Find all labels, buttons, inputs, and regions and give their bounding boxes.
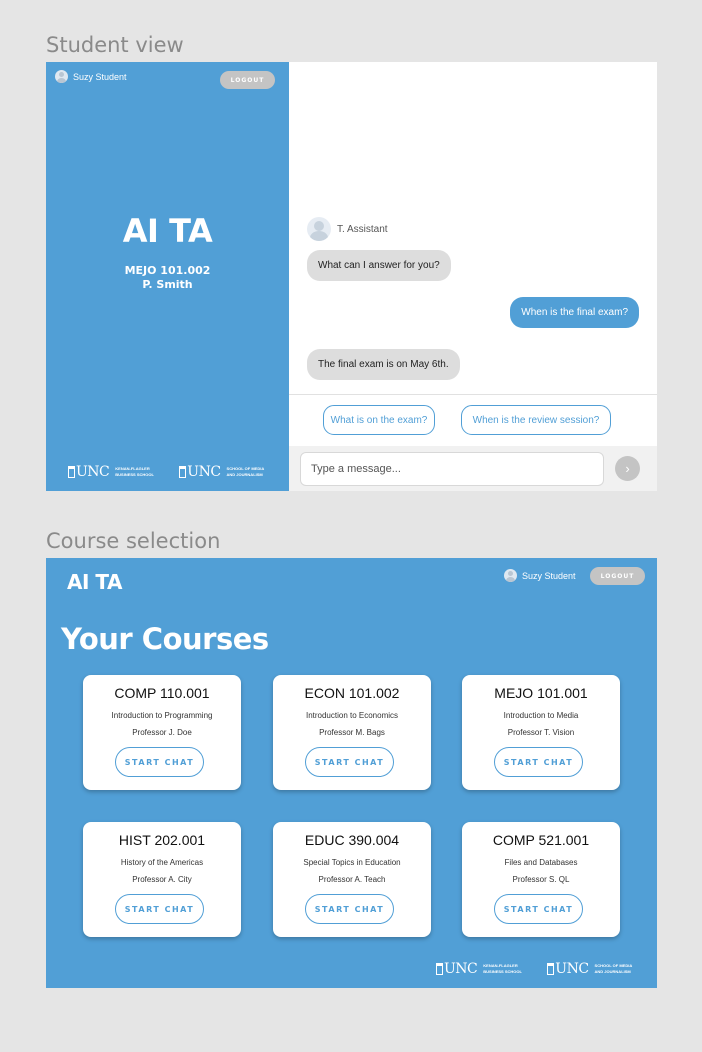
- course-card: EDUC 390.004 Special Topics in Education…: [273, 822, 431, 937]
- suggestion-chip[interactable]: What is on the exam?: [323, 405, 435, 435]
- assistant-name: T. Assistant: [337, 223, 388, 235]
- assistant-header: T. Assistant: [307, 217, 388, 241]
- message-bubble-assistant: The final exam is on May 6th.: [307, 349, 460, 380]
- course-professor: Professor A. Teach: [318, 875, 386, 884]
- user-avatar-icon: [504, 569, 517, 582]
- start-chat-button[interactable]: START CHAT: [494, 747, 583, 777]
- course-selection-panel: AI TA Suzy Student LOGOUT Your Courses C…: [46, 558, 657, 988]
- course-code: MEJO 101.001: [494, 685, 588, 701]
- logo-text: KENAN-FLAGLER BUSINESS SCHOOL: [483, 963, 522, 974]
- send-button[interactable]: ›: [615, 456, 640, 481]
- user-profile[interactable]: Suzy Student: [55, 70, 127, 83]
- chat-panel: T. Assistant What can I answer for you? …: [289, 62, 657, 491]
- course-code: ECON 101.002: [304, 685, 400, 701]
- logo-kenan-flagler: UNC KENAN-FLAGLER BUSINESS SCHOOL: [436, 961, 523, 977]
- course-code: COMP 521.001: [492, 832, 590, 848]
- message-input[interactable]: [300, 452, 604, 486]
- student-view-panel: Suzy Student LOGOUT AI TA MEJO 101.002 P…: [46, 62, 657, 491]
- course-card: ECON 101.002 Introduction to Economics P…: [273, 675, 431, 790]
- course-name: Introduction to Programming: [111, 711, 213, 720]
- old-well-icon: UNC: [68, 464, 110, 480]
- course-selection-label: Course selection: [46, 529, 221, 553]
- course-name: Files and Databases: [504, 858, 578, 867]
- course-professor: Professor A. City: [132, 875, 192, 884]
- logo-media-journalism: UNC SCHOOL OF MEDIA AND JOURNALISM: [179, 464, 266, 480]
- school-logos: UNC KENAN-FLAGLER BUSINESS SCHOOL UNC SC…: [68, 464, 267, 480]
- course-info: MEJO 101.002 P. Smith: [46, 264, 289, 292]
- old-well-icon: UNC: [547, 961, 589, 977]
- user-avatar-icon: [55, 70, 68, 83]
- app-title: AI TA: [122, 212, 213, 250]
- course-name: History of the Americas: [120, 858, 204, 867]
- course-professor: Professor J. Doe: [132, 728, 192, 737]
- logo-media-journalism: UNC SCHOOL OF MEDIA AND JOURNALISM: [547, 961, 634, 977]
- divider: [289, 394, 657, 395]
- student-view-label: Student view: [46, 33, 184, 57]
- course-professor: P. Smith: [142, 278, 193, 291]
- page-title: Your Courses: [61, 622, 269, 656]
- course-code: HIST 202.001: [118, 832, 206, 848]
- start-chat-button[interactable]: START CHAT: [115, 747, 204, 777]
- logo-text: SCHOOL OF MEDIA AND JOURNALISM: [226, 466, 265, 477]
- chevron-right-icon: ›: [625, 461, 630, 476]
- logo-text: SCHOOL OF MEDIA AND JOURNALISM: [594, 963, 633, 974]
- course-name: Introduction to Media: [503, 711, 579, 720]
- course-card: MEJO 101.001 Introduction to Media Profe…: [462, 675, 620, 790]
- user-name: Suzy Student: [522, 570, 576, 581]
- assistant-avatar-icon: [307, 217, 331, 241]
- logout-button[interactable]: LOGOUT: [220, 71, 275, 89]
- user-name: Suzy Student: [73, 71, 127, 82]
- course-sidebar: Suzy Student LOGOUT AI TA MEJO 101.002 P…: [46, 62, 289, 491]
- old-well-icon: UNC: [179, 464, 221, 480]
- course-card: HIST 202.001 History of the Americas Pro…: [83, 822, 241, 937]
- suggestion-chip[interactable]: When is the review session?: [461, 405, 611, 435]
- logo-kenan-flagler: UNC KENAN-FLAGLER BUSINESS SCHOOL: [68, 464, 155, 480]
- start-chat-button[interactable]: START CHAT: [494, 894, 583, 924]
- start-chat-button[interactable]: START CHAT: [115, 894, 204, 924]
- user-profile[interactable]: Suzy Student: [504, 569, 576, 582]
- message-bubble-assistant: What can I answer for you?: [307, 250, 451, 281]
- start-chat-button[interactable]: START CHAT: [305, 747, 394, 777]
- course-card: COMP 521.001 Files and Databases Profess…: [462, 822, 620, 937]
- course-name: Special Topics in Education: [303, 858, 401, 867]
- course-professor: Professor T. Vision: [507, 728, 575, 737]
- logout-button[interactable]: LOGOUT: [590, 567, 645, 585]
- course-professor: Professor S. QL: [512, 875, 570, 884]
- course-code: EDUC 390.004: [304, 832, 400, 848]
- course-card: COMP 110.001 Introduction to Programming…: [83, 675, 241, 790]
- school-logos: UNC KENAN-FLAGLER BUSINESS SCHOOL UNC SC…: [436, 961, 635, 977]
- course-code: COMP 110.001: [114, 685, 210, 701]
- app-brand: AI TA: [67, 570, 122, 594]
- message-composer: ›: [289, 446, 657, 491]
- course-name: Introduction to Economics: [305, 711, 399, 720]
- old-well-icon: UNC: [436, 961, 478, 977]
- course-code: MEJO 101.002: [124, 264, 211, 277]
- start-chat-button[interactable]: START CHAT: [305, 894, 394, 924]
- message-bubble-user: When is the final exam?: [510, 297, 639, 328]
- course-professor: Professor M. Bags: [319, 728, 385, 737]
- logo-text: KENAN-FLAGLER BUSINESS SCHOOL: [115, 466, 154, 477]
